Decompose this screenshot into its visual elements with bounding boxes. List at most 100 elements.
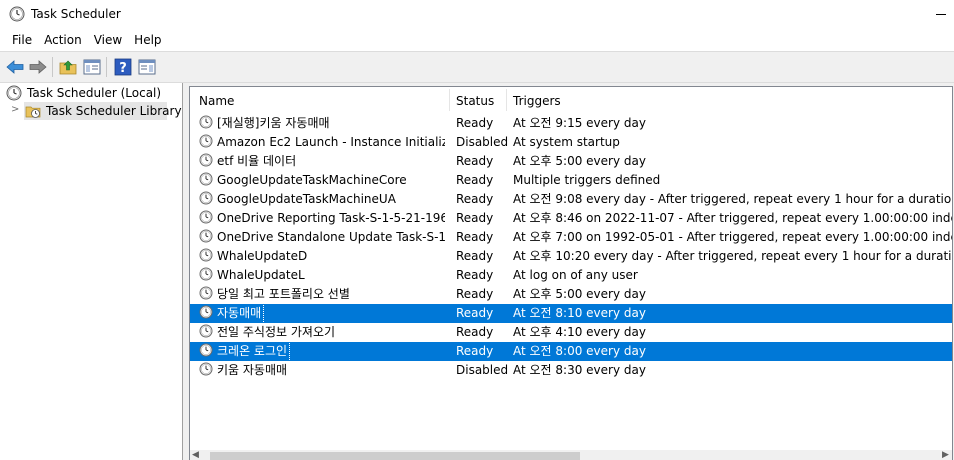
table-row[interactable]: etf 비율 데이터 Ready At 오후 5:00 every day	[190, 152, 952, 171]
scroll-right-icon[interactable]: ▶	[942, 451, 950, 460]
table-row[interactable]: WhaleUpdateL Ready At log on of any user	[190, 266, 952, 285]
horizontal-scrollbar[interactable]: ◀ ▶	[190, 450, 952, 460]
menu-action[interactable]: Action	[38, 30, 88, 51]
task-trigger: At 오전 8:00 every day	[513, 344, 646, 358]
task-status: Ready	[456, 154, 494, 168]
folder-clock-icon	[25, 103, 41, 119]
navigation-tree: Task Scheduler (Local) > Task Scheduler …	[0, 83, 183, 460]
task-name-text: [재실행]키움 자동매매	[217, 116, 330, 130]
task-name: [재실행]키움 자동매매	[215, 114, 445, 133]
task-name-text: 당일 최고 포트폴리오 선별	[217, 287, 350, 301]
menu-help[interactable]: Help	[128, 30, 167, 51]
tree-label-root: Task Scheduler (Local)	[27, 86, 162, 100]
task-name-text: 전일 주식정보 가져오기	[217, 325, 336, 339]
task-name: Amazon Ec2 Launch - Instance Initializat…	[215, 133, 445, 152]
task-trigger: At 오후 4:10 every day	[513, 325, 646, 339]
menu-bar: File Action View Help	[0, 30, 954, 51]
table-row[interactable]: WhaleUpdateD Ready At 오후 10:20 every day -…	[190, 247, 952, 266]
title-bar: Task Scheduler	[0, 0, 954, 30]
window-title: Task Scheduler	[31, 7, 121, 21]
task-name: 키움 자동매매	[215, 361, 445, 380]
task-clock-icon	[199, 134, 213, 148]
task-name: OneDrive Reporting Task-S-1-5-21-196392.…	[215, 209, 445, 228]
help-icon[interactable]: ?	[113, 57, 133, 77]
task-clock-icon	[199, 343, 213, 357]
task-status: Ready	[456, 268, 494, 282]
task-clock-icon	[199, 172, 213, 186]
task-clock-icon	[199, 153, 213, 167]
clock-icon	[9, 6, 25, 22]
task-scheduler-window: Task Scheduler File Action View Help ? T…	[0, 0, 954, 460]
menu-view[interactable]: View	[88, 30, 128, 51]
show-hide-tree-icon[interactable]	[82, 57, 102, 77]
up-folder-icon[interactable]	[58, 57, 78, 77]
task-name-text: etf 비율 데이터	[217, 154, 297, 168]
task-clock-icon	[199, 191, 213, 205]
task-status: Ready	[456, 325, 494, 339]
task-trigger: At 오후 8:46 on 2022-11-07 - After trigger…	[513, 211, 953, 225]
table-row[interactable]: Amazon Ec2 Launch - Instance Initializat…	[190, 133, 952, 152]
table-row[interactable]: OneDrive Standalone Update Task-S-1-5-2.…	[190, 228, 952, 247]
task-name-text: Amazon Ec2 Launch - Instance Initializat…	[217, 135, 445, 149]
task-name: 전일 주식정보 가져오기	[215, 323, 445, 342]
task-name-text: GoogleUpdateTaskMachineUA	[217, 192, 396, 206]
task-name: WhaleUpdateL	[215, 266, 445, 285]
task-clock-icon	[199, 248, 213, 262]
table-row[interactable]: 크레온 로그인 Ready At 오전 8:00 every day	[190, 342, 952, 361]
task-status: Ready	[456, 249, 494, 263]
task-trigger: At system startup	[513, 135, 620, 149]
task-name: 크레온 로그인	[215, 342, 445, 361]
task-status: Ready	[456, 173, 494, 187]
task-status: Ready	[456, 287, 494, 301]
task-clock-icon	[199, 229, 213, 243]
svg-text:?: ?	[119, 61, 127, 76]
table-row[interactable]: 자동매매 Ready At 오전 8:10 every day	[190, 304, 952, 323]
task-name-text: GoogleUpdateTaskMachineCore	[217, 173, 407, 187]
table-row[interactable]: 전일 주식정보 가져오기 Ready At 오후 4:10 every day	[190, 323, 952, 342]
task-trigger: At 오후 5:00 every day	[513, 287, 646, 301]
column-header-triggers[interactable]: Triggers	[504, 87, 913, 113]
task-status: Ready	[456, 211, 494, 225]
task-trigger: At 오후 5:00 every day	[513, 154, 646, 168]
table-row[interactable]: [재실행]키움 자동매매 Ready At 오전 9:15 every day	[190, 114, 952, 133]
forward-arrow-icon[interactable]	[28, 57, 48, 77]
toolbar-separator	[106, 57, 107, 77]
back-arrow-icon[interactable]	[5, 57, 25, 77]
table-row[interactable]: 당일 최고 포트폴리오 선별 Ready At 오후 5:00 every day	[190, 285, 952, 304]
column-header-status[interactable]: Status	[447, 87, 506, 113]
column-header-row: Name Status Triggers	[190, 87, 952, 113]
minimize-button[interactable]	[930, 0, 954, 30]
task-name: GoogleUpdateTaskMachineUA	[215, 190, 445, 209]
task-status: Disabled	[456, 135, 509, 149]
task-trigger: At 오전 9:15 every day	[513, 116, 646, 130]
tree-item-task-scheduler-local[interactable]: Task Scheduler (Local)	[6, 84, 176, 102]
toolbar-separator	[52, 57, 53, 77]
task-name-text: OneDrive Standalone Update Task-S-1-5-2.…	[217, 230, 445, 244]
task-clock-icon	[199, 362, 213, 376]
column-header-name[interactable]: Name	[190, 87, 449, 113]
task-name-text: WhaleUpdateL	[217, 268, 305, 282]
task-clock-icon	[199, 115, 213, 129]
task-list: Name Status Triggers [재실행]키움 자동매매 Ready At…	[189, 86, 953, 460]
chevron-right-icon[interactable]: >	[11, 105, 19, 115]
task-trigger: At log on of any user	[513, 268, 638, 282]
menu-file[interactable]: File	[6, 30, 38, 51]
task-name-text: 자동매매	[215, 304, 265, 323]
task-name-text: 크레온 로그인	[215, 342, 291, 361]
table-row[interactable]: 키움 자동매매 Disabled At 오전 8:30 every day	[190, 361, 952, 380]
table-row[interactable]: OneDrive Reporting Task-S-1-5-21-196392.…	[190, 209, 952, 228]
table-row[interactable]: GoogleUpdateTaskMachineUA Ready At 오전 9:08…	[190, 190, 952, 209]
clock-icon	[6, 85, 22, 101]
show-hide-action-pane-icon[interactable]	[137, 57, 157, 77]
scrollbar-thumb[interactable]	[210, 452, 580, 460]
task-status: Ready	[456, 230, 494, 244]
task-trigger: Multiple triggers defined	[513, 173, 661, 187]
task-trigger: At 오후 10:20 every day - After triggered,…	[513, 249, 952, 263]
tree-item-task-scheduler-library[interactable]: Task Scheduler Library	[24, 102, 182, 120]
table-row[interactable]: GoogleUpdateTaskMachineCore Ready Multiple…	[190, 171, 952, 190]
task-trigger: At 오전 9:08 every day - After triggered, …	[513, 192, 952, 206]
task-name: OneDrive Standalone Update Task-S-1-5-2.…	[215, 228, 445, 247]
task-trigger: At 오전 8:10 every day	[513, 306, 646, 320]
scroll-left-icon[interactable]: ◀	[192, 451, 200, 460]
task-status: Ready	[456, 116, 494, 130]
